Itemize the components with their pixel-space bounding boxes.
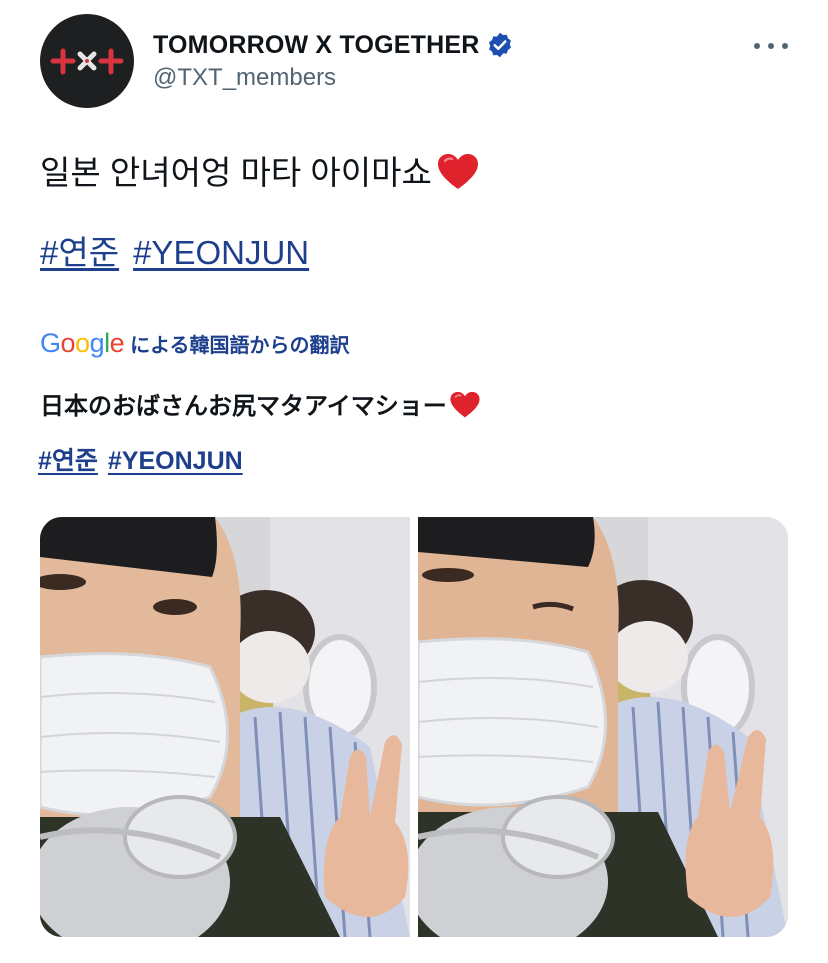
translated-text-content: 日本のおばさんお尻マタアイマショー	[40, 393, 447, 420]
more-options-button[interactable]	[754, 36, 788, 56]
hashtag-link-yeonjun-kr[interactable]: #연준	[40, 234, 119, 271]
author-handle[interactable]: @TXT_members	[153, 64, 336, 92]
selfie-photo-1[interactable]	[40, 517, 410, 937]
display-name[interactable]: TOMORROW X TOGETHER	[153, 31, 480, 60]
tweet-text-content: 일본 안녀어엉 마타 아이마쇼	[40, 154, 432, 191]
translated-hashtag-link-en[interactable]: #YEONJUN	[108, 447, 243, 475]
selfie-photo-2[interactable]	[418, 517, 788, 937]
google-logo: Google	[40, 327, 125, 358]
translation-attribution[interactable]: Google による韓国語からの翻訳	[40, 326, 350, 360]
more-horizontal-icon	[754, 43, 760, 49]
txt-logo-icon	[50, 48, 124, 75]
tweet-hashtags: #연준 #YEONJUN	[40, 230, 309, 276]
hashtag-link-yeonjun-en[interactable]: #YEONJUN	[133, 234, 309, 271]
photo-image	[40, 517, 410, 937]
verified-badge-icon	[488, 32, 511, 58]
translated-hashtags: #연준 #YEONJUN	[38, 444, 243, 478]
tweet-text: 일본 안녀어엉 마타 아이마쇼	[40, 150, 480, 196]
red-heart-emoji-icon	[450, 391, 480, 418]
translated-text: 日本のおばさんお尻マタアイマショー	[40, 390, 481, 424]
media-grid	[40, 517, 788, 937]
translated-hashtag-link-kr[interactable]: #연준	[38, 447, 98, 475]
photo-image	[418, 517, 788, 937]
translation-label: による韓国語からの翻訳	[130, 334, 350, 357]
profile-avatar[interactable]	[40, 14, 134, 108]
author-name-row[interactable]: TOMORROW X TOGETHER	[153, 28, 514, 62]
red-heart-emoji-icon	[437, 154, 478, 189]
